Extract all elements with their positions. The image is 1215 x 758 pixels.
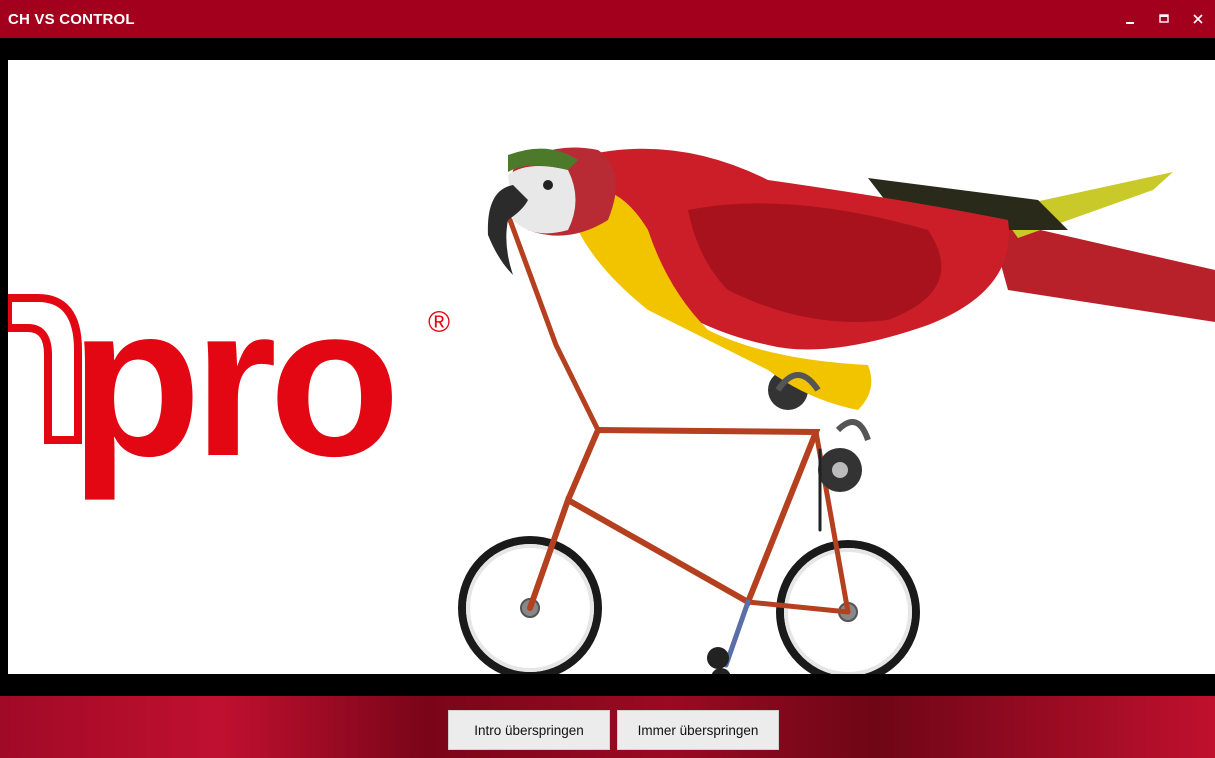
logo-text: pro	[70, 260, 392, 501]
intro-video[interactable]: pro ®	[8, 38, 1215, 696]
title-bar: CH VS CONTROL	[0, 0, 1215, 38]
always-skip-button[interactable]: Immer überspringen	[617, 710, 779, 750]
window-title: CH VS CONTROL	[8, 10, 135, 28]
logo-partial-letter	[8, 294, 82, 444]
maximize-icon	[1159, 14, 1169, 23]
footer-bar: Intro überspringen Immer überspringen	[0, 696, 1215, 758]
maximize-button[interactable]	[1147, 0, 1181, 38]
minimize-button[interactable]	[1113, 0, 1147, 38]
skip-intro-button[interactable]: Intro überspringen	[448, 710, 610, 750]
close-icon	[1193, 14, 1203, 24]
video-scene: pro ®	[8, 147, 1215, 674]
logo-registered-mark: ®	[428, 306, 450, 339]
minimize-icon	[1126, 22, 1134, 24]
parrot	[487, 147, 1215, 442]
close-button[interactable]	[1181, 0, 1215, 38]
video-frame: pro ®	[8, 60, 1215, 674]
window-controls	[1113, 0, 1215, 38]
